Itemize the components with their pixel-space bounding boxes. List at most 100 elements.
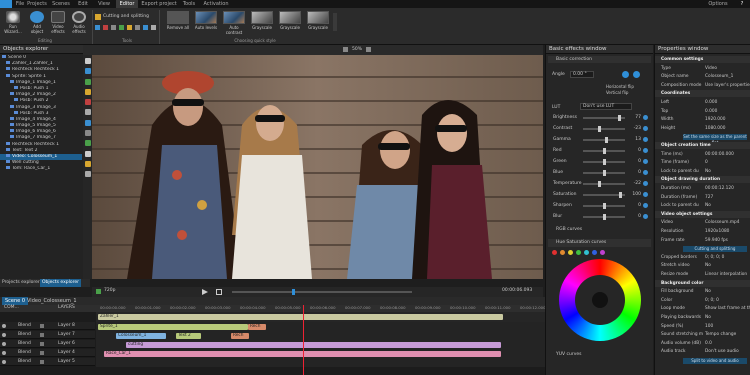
slider-knob[interactable] [598, 126, 601, 132]
tool-icon[interactable] [143, 25, 148, 30]
property-value[interactable]: Linear interpolation [705, 271, 747, 278]
menu-file[interactable]: File [14, 0, 26, 8]
property-section-header[interactable]: Background color [655, 279, 750, 287]
text-tool-icon[interactable] [84, 109, 91, 116]
quick-style-auto-levels[interactable]: Auto levels [194, 11, 218, 30]
slider-value[interactable]: 0 [629, 201, 641, 211]
lock-icon[interactable] [40, 333, 44, 337]
slider-track[interactable] [583, 115, 625, 121]
slider-track[interactable] [583, 170, 625, 176]
tool-icon[interactable] [111, 25, 116, 30]
color-dot[interactable] [568, 250, 573, 255]
slider-value[interactable]: 13 [629, 135, 641, 145]
timeline-clip[interactable]: Sprite_1 [98, 324, 248, 330]
tool-icon[interactable] [103, 25, 108, 30]
blend-mode[interactable]: Blend [18, 331, 31, 339]
blend-mode[interactable]: Blend [18, 322, 31, 330]
lock-icon[interactable] [40, 360, 44, 364]
quick-style-grayscale[interactable]: Grayscale [250, 11, 274, 30]
menu-view[interactable]: View [96, 0, 112, 8]
slider-value[interactable]: -23 [629, 124, 641, 134]
yuv-curves-header[interactable]: YUV curves [548, 351, 651, 359]
slider-knob[interactable] [605, 137, 608, 143]
property-section-header[interactable]: Coordinates [655, 90, 750, 98]
quick-style-grayscale[interactable]: Grayscale [278, 11, 302, 30]
color-dot[interactable] [592, 250, 597, 255]
menu-tools[interactable]: Tools [181, 0, 197, 8]
property-value[interactable]: 0.0 [705, 340, 712, 347]
layer-row[interactable]: Blend Layer 4 [0, 349, 95, 357]
tool-icon[interactable] [84, 68, 91, 75]
slider-knob[interactable] [603, 203, 606, 209]
basic-correction-header[interactable]: Basic correction [548, 56, 651, 63]
tool-icon[interactable] [119, 25, 124, 30]
tool-icon[interactable] [84, 78, 91, 85]
help-icon[interactable]: ? [736, 0, 748, 8]
blend-mode[interactable]: Blend [18, 340, 31, 348]
video-effects-button[interactable]: Video effects [48, 10, 68, 38]
slider-track[interactable] [583, 214, 625, 220]
tool-icon[interactable] [84, 171, 91, 178]
tool-icon[interactable] [84, 99, 91, 106]
slider-track[interactable] [583, 203, 625, 209]
slider-knob[interactable] [603, 148, 606, 154]
tool-icon[interactable] [84, 130, 91, 137]
eye-icon[interactable] [2, 342, 6, 346]
timeline-clip[interactable]: Text 2 [176, 333, 201, 339]
slider-knob[interactable] [619, 192, 622, 198]
tab-objects-explorer[interactable]: Objects explorer [40, 279, 82, 287]
stop-icon[interactable] [216, 289, 222, 295]
slider-value[interactable]: 100 [629, 190, 641, 200]
quick-style-remove-all[interactable]: Remove all [166, 11, 190, 30]
tool-icon[interactable] [84, 160, 91, 167]
hue-saturation-header[interactable]: Hue Saturation curves [548, 239, 651, 247]
reset-icon[interactable] [643, 159, 648, 164]
eye-icon[interactable] [2, 324, 6, 328]
color-dot[interactable] [584, 250, 589, 255]
tool-icon[interactable] [95, 25, 100, 30]
run-wizard-button[interactable]: Run Wizard... [2, 10, 24, 38]
property-value[interactable]: 0 [705, 159, 708, 166]
add-object-button[interactable]: Add object [27, 10, 47, 38]
slider-value[interactable]: 0 [629, 157, 641, 167]
tab-video-colosseum[interactable]: Video_Colosseum_1 [24, 297, 80, 305]
slider-value[interactable]: 0 [629, 146, 641, 156]
property-value[interactable]: 00:00:00.000 [705, 151, 734, 158]
color-dot[interactable] [576, 250, 581, 255]
playback-slider-knob[interactable] [292, 289, 295, 295]
timeline-ruler[interactable]: COM... LAYERS 00:00:00.000 00:00:01.000 00… [0, 305, 546, 312]
playback-slider[interactable] [232, 291, 412, 293]
rotate-icon[interactable] [633, 71, 640, 78]
menu-projects[interactable]: Projects [26, 0, 48, 8]
property-value[interactable]: No [705, 168, 711, 175]
lock-icon[interactable] [40, 342, 44, 346]
property-value[interactable]: 59.940 fps [705, 237, 728, 244]
menu-edit[interactable]: Edit [76, 0, 90, 8]
menu-scenes[interactable]: Scenes [50, 0, 72, 8]
slider-track[interactable] [583, 192, 625, 198]
tool-icon[interactable] [127, 25, 132, 30]
slider-track[interactable] [583, 126, 625, 132]
slider-track[interactable] [583, 181, 625, 187]
property-value[interactable]: Video [705, 65, 717, 72]
cutting-splitting-link[interactable]: Cutting and splitting [103, 14, 149, 19]
tool-icon[interactable] [135, 25, 140, 30]
slider-track[interactable] [583, 137, 625, 143]
property-section-header[interactable]: Video object settings [655, 210, 750, 218]
preview-quality[interactable]: 720p [104, 288, 115, 293]
playhead-marker[interactable] [303, 305, 304, 375]
property-value[interactable]: 727 [705, 194, 713, 201]
blend-mode[interactable]: Blend [18, 349, 31, 357]
slider-value[interactable]: 77 [629, 113, 641, 123]
property-value[interactable]: 1920x1080 [705, 228, 729, 235]
property-value[interactable]: Don't use audio [705, 348, 739, 355]
timeline-clip[interactable]: Rech [231, 333, 249, 339]
reset-icon[interactable] [643, 192, 648, 197]
property-value[interactable]: Use layer's properties [705, 82, 750, 89]
property-value[interactable]: 00:00:12.120 [705, 185, 734, 192]
horizontal-flip[interactable]: Horizontal flip [606, 84, 634, 89]
property-value[interactable]: No [705, 262, 711, 269]
property-value[interactable]: No [705, 314, 711, 321]
eye-icon[interactable] [2, 360, 6, 364]
zoom-icon[interactable] [96, 289, 101, 294]
